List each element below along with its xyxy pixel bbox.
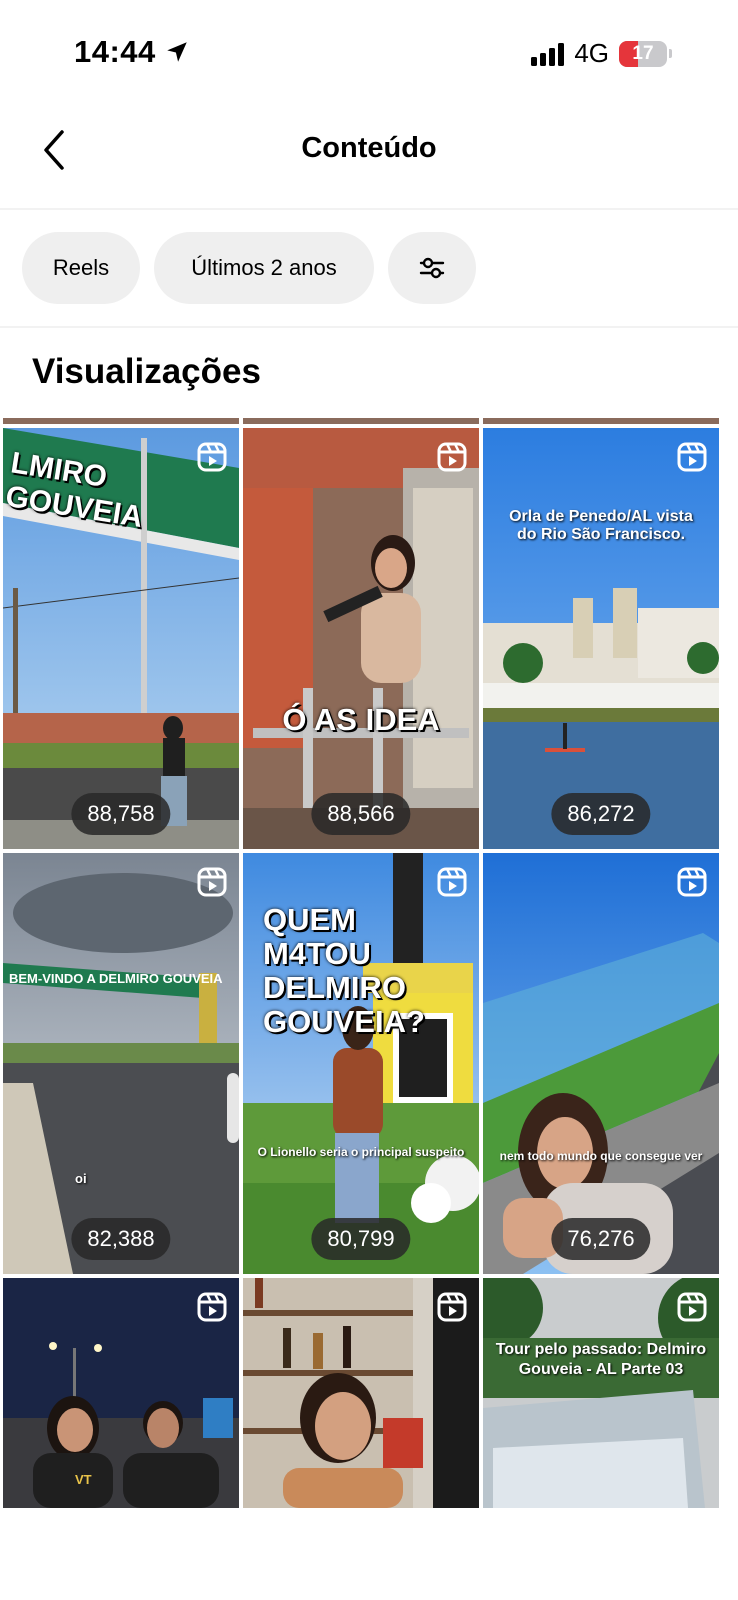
- reel-thumbnail[interactable]: VT: [3, 1278, 239, 1508]
- sliders-icon: [419, 257, 445, 279]
- view-count-badge: 88,758: [71, 793, 171, 835]
- reel-icon: [677, 867, 707, 897]
- reel-thumbnail[interactable]: nem todo mundo que consegue ver 76,276: [483, 853, 719, 1274]
- reel-image: [3, 853, 239, 1274]
- previous-row-edge: [3, 418, 721, 424]
- view-count-badge: 88,566: [311, 793, 411, 835]
- reel-image: [483, 853, 719, 1274]
- content-type-filter-chip[interactable]: Reels: [22, 232, 140, 304]
- filter-divider: [0, 326, 738, 328]
- network-type: 4G: [574, 38, 609, 68]
- view-count-badge: 86,272: [551, 793, 651, 835]
- page-title: Conteúdo: [301, 132, 437, 164]
- status-time: 14:44: [74, 34, 190, 70]
- shirt-logo-text: VT: [75, 1472, 92, 1487]
- reel-overlay-text: Ó AS IDEA: [282, 702, 440, 737]
- reel-image: [243, 428, 479, 849]
- reel-thumbnail[interactable]: LMIRO GOUVEIA 88,758: [3, 428, 239, 849]
- view-count-badge: 82,388: [71, 1218, 171, 1260]
- reel-caption: oi: [75, 1171, 87, 1186]
- status-bar: 14:44 4G 17: [0, 0, 738, 100]
- filter-settings-button[interactable]: [388, 232, 476, 304]
- time-range-filter-chip[interactable]: Últimos 2 anos: [154, 232, 374, 304]
- reel-icon: [677, 442, 707, 472]
- reel-thumbnail[interactable]: QUEM M4TOU DELMIRO GOUVEIA? O Lionello s…: [243, 853, 479, 1274]
- reels-grid: LMIRO GOUVEIA 88,758 Ó AS IDEA 88,566 Or…: [3, 418, 721, 1508]
- reel-caption: O Lionello seria o principal suspeito: [257, 1145, 465, 1159]
- reel-thumbnail[interactable]: Orla de Penedo/AL vista do Rio São Franc…: [483, 428, 719, 849]
- reel-icon: [437, 867, 467, 897]
- reel-overlay-text: Orla de Penedo/AL vista do Rio São Franc…: [509, 508, 693, 543]
- status-indicators: 4G 17: [531, 38, 672, 69]
- battery-cap: [669, 49, 672, 58]
- battery-icon: 17: [619, 40, 667, 67]
- header-divider: [0, 208, 738, 210]
- reel-icon: [197, 442, 227, 472]
- reel-thumbnail[interactable]: Tour pelo passado: Delmiro Gouveia - AL …: [483, 1278, 719, 1508]
- reel-thumbnail[interactable]: BEM-VINDO A DELMIRO GOUVEIA oi 82,388: [3, 853, 239, 1274]
- cellular-signal-icon: [531, 42, 565, 66]
- reel-overlay-text: nem todo mundo que consegue ver: [499, 1149, 703, 1163]
- reel-icon: [437, 442, 467, 472]
- section-heading: Visualizações: [32, 352, 261, 391]
- reel-icon: [437, 1292, 467, 1322]
- reel-image: [483, 428, 719, 849]
- battery-percent: 17: [632, 42, 654, 64]
- filter-bar: Reels Últimos 2 anos: [22, 232, 476, 304]
- clock-text: 14:44: [74, 34, 156, 69]
- reel-thumbnail[interactable]: Ó AS IDEA 88,566: [243, 428, 479, 849]
- reel-icon: [197, 1292, 227, 1322]
- top-navigation: Conteúdo: [0, 100, 738, 208]
- reel-overlay-text: BEM-VINDO A DELMIRO GOUVEIA: [9, 971, 223, 986]
- view-count-badge: 76,276: [551, 1218, 651, 1260]
- reel-icon: [677, 1292, 707, 1322]
- reel-overlay-text: QUEM M4TOU DELMIRO GOUVEIA?: [263, 902, 425, 1039]
- reel-icon: [197, 867, 227, 897]
- reel-thumbnail[interactable]: [243, 1278, 479, 1508]
- view-count-badge: 80,799: [311, 1218, 411, 1260]
- location-arrow-icon: [167, 42, 187, 62]
- reel-overlay-text: Tour pelo passado: Delmiro Gouveia - AL …: [495, 1341, 707, 1378]
